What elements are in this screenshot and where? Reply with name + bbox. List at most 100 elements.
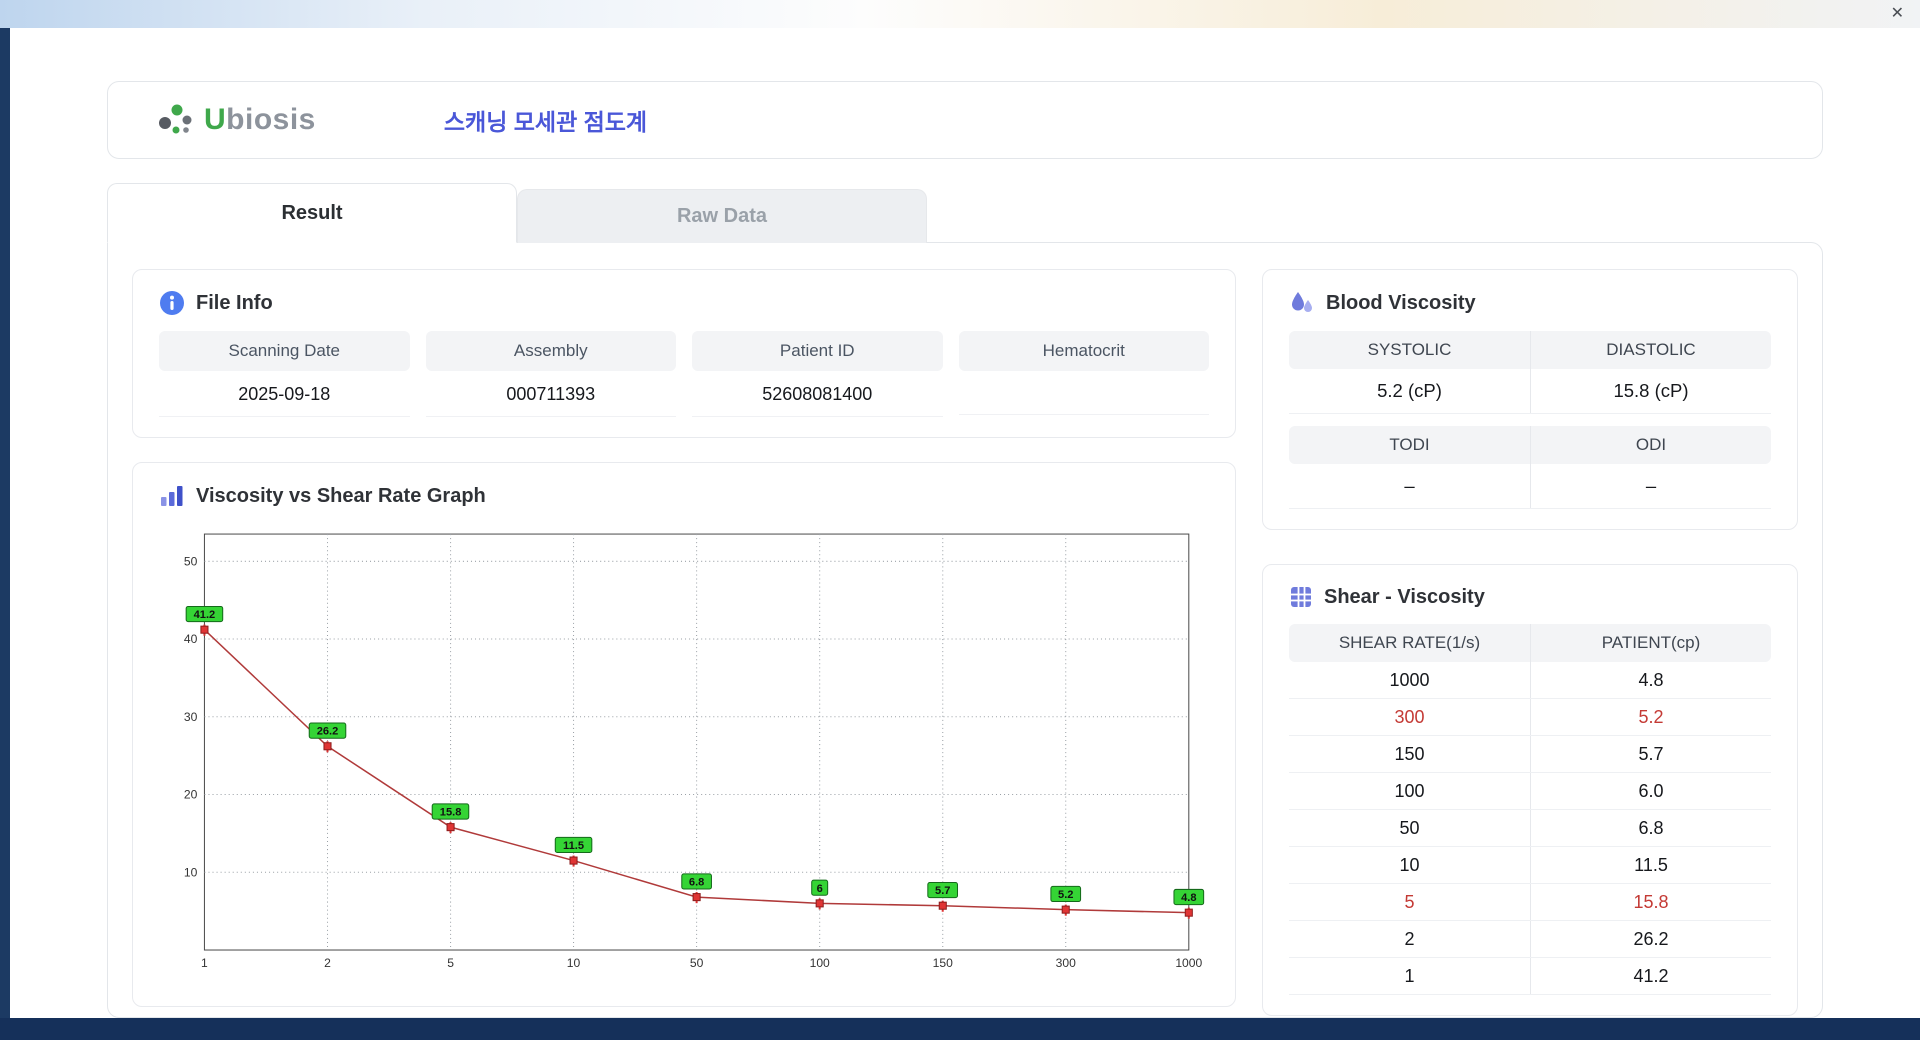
svg-text:1000: 1000 [1175, 956, 1202, 970]
bv-value-diastolic: 15.8 (cP) [1530, 369, 1771, 413]
svg-text:20: 20 [184, 788, 198, 802]
bv-value-todi: – [1404, 475, 1415, 496]
field-value [958, 371, 1209, 415]
bv-value-odi: – [1530, 464, 1771, 508]
svg-text:41.2: 41.2 [194, 609, 216, 621]
svg-text:30: 30 [184, 710, 198, 724]
window-frame-bottom [0, 1018, 1920, 1040]
table-row: 300 5.2 [1289, 699, 1771, 736]
svg-text:5.2: 5.2 [1058, 889, 1073, 901]
sv-value: 11.5 [1530, 847, 1771, 883]
blood-viscosity-title: Blood Viscosity [1326, 291, 1476, 314]
left-column: File Info Scanning Date 2025-09-18 Assem… [132, 269, 1236, 1007]
svg-text:11.5: 11.5 [563, 840, 584, 852]
file-info-header: File Info [159, 290, 1209, 316]
bv-label-systolic: SYSTOLIC [1367, 340, 1452, 359]
shear-viscosity-title: Shear - Viscosity [1324, 585, 1485, 608]
table-row: 1000 4.8 [1289, 662, 1771, 699]
sv-value: 26.2 [1530, 921, 1771, 957]
table-row: 100 6.0 [1289, 773, 1771, 810]
sv-rate: 1 [1404, 965, 1415, 986]
ubiosis-logo: Ubiosis [156, 102, 316, 138]
tab-result[interactable]: Result [107, 183, 517, 243]
svg-text:2: 2 [324, 956, 331, 970]
svg-text:50: 50 [184, 554, 198, 568]
svg-text:10: 10 [184, 865, 198, 879]
tab-bar: Result Raw Data [107, 183, 1823, 243]
field-label: Scanning Date [159, 331, 410, 371]
file-info-fields: Scanning Date 2025-09-18 Assembly 000711… [159, 331, 1209, 417]
field-value: 000711393 [425, 371, 676, 417]
svg-text:50: 50 [690, 956, 704, 970]
sv-rate: 10 [1399, 854, 1420, 875]
graph-header: Viscosity vs Shear Rate Graph [159, 483, 1209, 509]
svg-text:300: 300 [1056, 956, 1076, 970]
table-row: 10 11.5 [1289, 847, 1771, 884]
file-info-title: File Info [196, 291, 273, 314]
sv-column-headers: SHEAR RATE(1/s) PATIENT(cp) [1289, 624, 1771, 662]
app-window: Ubiosis 스캐닝 모세관 점도계 Result Raw Data File… [10, 28, 1920, 1018]
svg-text:100: 100 [810, 956, 830, 970]
table-row: 2 26.2 [1289, 921, 1771, 958]
header-card: Ubiosis 스캐닝 모세관 점도계 [107, 81, 1823, 159]
svg-text:5.7: 5.7 [935, 885, 950, 897]
sv-value: 5.2 [1530, 699, 1771, 735]
field-label: Assembly [425, 331, 676, 371]
shear-viscosity-header: Shear - Viscosity [1289, 585, 1771, 609]
table-grid-icon [1289, 585, 1313, 609]
svg-text:26.2: 26.2 [317, 726, 339, 738]
close-icon[interactable]: ✕ [1891, 6, 1904, 22]
bar-chart-icon [159, 483, 185, 509]
table-row: 50 6.8 [1289, 810, 1771, 847]
file-info-panel: File Info Scanning Date 2025-09-18 Assem… [132, 269, 1236, 438]
svg-text:15.8: 15.8 [440, 807, 462, 819]
sv-rate: 300 [1394, 706, 1425, 727]
field-hematocrit: Hematocrit [958, 331, 1209, 417]
field-label: Hematocrit [958, 331, 1209, 371]
bv-header-row-2: TODI ODI [1289, 426, 1771, 464]
field-value: 2025-09-18 [159, 371, 410, 417]
tab-raw-data[interactable]: Raw Data [517, 189, 927, 243]
app-title: 스캐닝 모세관 점도계 [443, 109, 648, 135]
logo-dots-icon [156, 102, 194, 138]
sv-col-shear-rate: SHEAR RATE(1/s) [1338, 633, 1481, 652]
field-label: Patient ID [692, 331, 943, 371]
svg-text:150: 150 [933, 956, 953, 970]
bv-header-row-1: SYSTOLIC DIASTOLIC [1289, 331, 1771, 369]
table-row: 5 15.8 [1289, 884, 1771, 921]
bv-value-systolic: 5.2 (cP) [1377, 380, 1442, 401]
svg-text:6: 6 [817, 883, 823, 895]
sv-rate: 100 [1394, 780, 1425, 801]
right-column: Blood Viscosity SYSTOLIC DIASTOLIC 5.2 (… [1262, 269, 1798, 1016]
sv-rate: 150 [1394, 743, 1425, 764]
sv-value: 5.7 [1530, 736, 1771, 772]
info-icon [159, 290, 185, 316]
field-value: 52608081400 [692, 371, 943, 417]
svg-text:5: 5 [447, 956, 454, 970]
sv-value: 41.2 [1530, 958, 1771, 994]
logo-text: Ubiosis [204, 103, 316, 136]
field-patient-id: Patient ID 52608081400 [692, 331, 943, 417]
shear-viscosity-panel: Shear - Viscosity SHEAR RATE(1/s) PATIEN… [1262, 564, 1798, 1016]
bv-value-row-1: 5.2 (cP) 15.8 (cP) [1289, 369, 1771, 414]
sv-value: 15.8 [1530, 884, 1771, 920]
blood-viscosity-header: Blood Viscosity [1289, 290, 1771, 316]
bv-label-diastolic: DIASTOLIC [1530, 331, 1771, 369]
svg-text:10: 10 [567, 956, 581, 970]
blood-viscosity-panel: Blood Viscosity SYSTOLIC DIASTOLIC 5.2 (… [1262, 269, 1798, 530]
table-row: 1 41.2 [1289, 958, 1771, 995]
window-frame-left [0, 0, 10, 1040]
field-assembly: Assembly 000711393 [425, 331, 676, 417]
sv-value: 6.0 [1530, 773, 1771, 809]
viscosity-graph-panel: Viscosity vs Shear Rate Graph 10 20 30 40 50… [132, 462, 1236, 1007]
sv-rate: 50 [1399, 817, 1420, 838]
window-titlebar: ✕ [0, 0, 1920, 28]
sv-rate: 2 [1404, 928, 1415, 949]
sv-rate: 1000 [1389, 669, 1430, 690]
bv-value-row-2: – – [1289, 464, 1771, 509]
droplets-icon [1289, 290, 1315, 316]
svg-text:6.8: 6.8 [689, 877, 704, 889]
bv-label-odi: ODI [1530, 426, 1771, 464]
viscosity-chart: 10 20 30 40 50 1 2 5 10 50 100 150 300 1000 41.2 26.2 15… [159, 528, 1209, 984]
graph-title: Viscosity vs Shear Rate Graph [196, 484, 486, 507]
